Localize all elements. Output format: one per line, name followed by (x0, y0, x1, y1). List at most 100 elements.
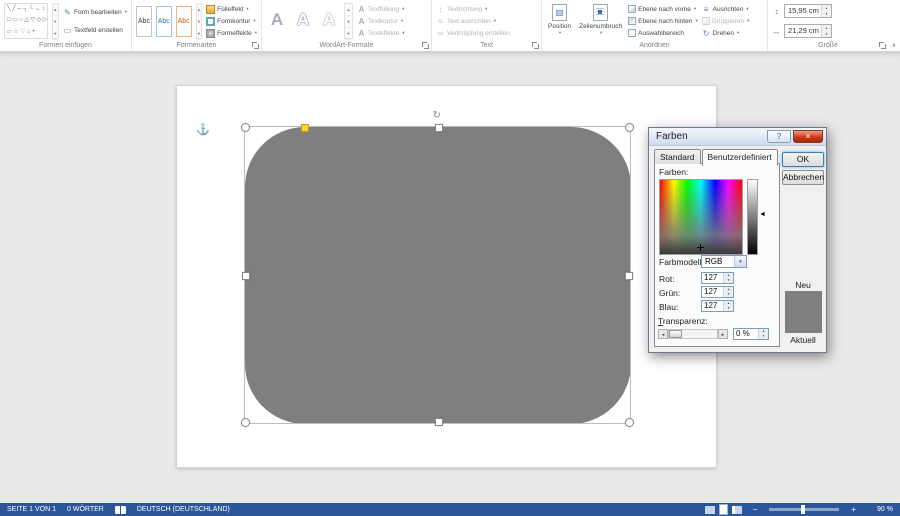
rotate-handle[interactable]: ↻ (433, 110, 441, 121)
word-count[interactable]: 0 WÖRTER (67, 506, 104, 513)
language-indicator[interactable]: DEUTSCH (DEUTSCHLAND) (137, 506, 230, 513)
zoom-slider[interactable] (769, 508, 839, 511)
print-layout-icon[interactable] (720, 505, 727, 514)
resize-handle-n[interactable] (435, 124, 443, 132)
proofing-icon[interactable] (115, 506, 126, 514)
button-column: A Textfüllung ▾ A Textkontur ▾ A Texteff… (357, 3, 405, 39)
shape-gallery-row-icons[interactable]: ▱☆♡⌂+ (7, 28, 45, 37)
wordart-scroll-up-icon[interactable]: ▲ (345, 4, 352, 16)
shape-style-preset-3[interactable]: Abc (176, 6, 192, 37)
transparency-slider-left-icon[interactable]: ◄ (658, 329, 668, 339)
spin-down-icon[interactable]: ▾ (724, 278, 733, 283)
selection-pane-button[interactable]: Auswahlbereich (628, 28, 697, 39)
gallery-scroll-up-icon[interactable]: ▲ (53, 4, 58, 16)
shape-effects-button[interactable]: Formeffekte ▾ (206, 28, 257, 39)
style-scroll-down-icon[interactable]: ▼ (197, 16, 202, 28)
dialog-launcher-icon[interactable] (422, 42, 429, 49)
shape-height-input[interactable]: 15,95 cm ▴ ▾ (784, 4, 832, 18)
spin-down-icon[interactable]: ▾ (822, 31, 831, 37)
zoom-slider-thumb[interactable] (801, 505, 805, 514)
group-objects-icon (702, 17, 710, 25)
style-more-icon[interactable]: ▼ (197, 28, 202, 40)
wrap-text-button[interactable]: Zeilenumbruch ▾ (577, 3, 624, 41)
edit-shape-button[interactable]: ✎ Form bearbeiten ▾ (63, 7, 127, 18)
text-effects-button[interactable]: A Texteffekte ▾ (357, 28, 405, 39)
resize-handle-w[interactable] (242, 272, 250, 280)
ok-button[interactable]: OK (782, 152, 824, 167)
wordart-style-1[interactable]: A (266, 3, 288, 37)
web-layout-icon[interactable] (732, 506, 742, 514)
position-button[interactable]: Position ▾ (546, 3, 573, 41)
transparency-slider[interactable] (668, 329, 718, 339)
shape-fill-icon (206, 5, 215, 14)
resize-handle-nw[interactable] (241, 123, 250, 132)
spin-down-icon[interactable]: ▾ (724, 292, 733, 297)
luminance-pointer-icon[interactable]: ◄ (759, 211, 766, 218)
read-mode-icon[interactable] (705, 506, 715, 514)
gallery-scroll-down-icon[interactable]: ▼ (53, 16, 58, 28)
blue-input[interactable]: 127 ▴ ▾ (701, 300, 734, 312)
resize-handle-sw[interactable] (241, 418, 250, 427)
spin-down-icon[interactable]: ▾ (724, 306, 733, 311)
spin-down-icon[interactable]: ▾ (822, 11, 831, 17)
shape-style-preset-1[interactable]: Abc (136, 6, 152, 37)
create-link-button[interactable]: ∞ Verknüpfung erstellen (436, 28, 510, 39)
help-button[interactable]: ? (767, 130, 791, 143)
resize-handle-ne[interactable] (625, 123, 634, 132)
zoom-in-button[interactable]: + (851, 506, 856, 514)
dialog-launcher-icon[interactable] (879, 42, 886, 49)
resize-handle-se[interactable] (625, 418, 634, 427)
page-indicator[interactable]: SEITE 1 VON 1 (7, 506, 56, 513)
wordart-more-icon[interactable]: ▼ (345, 28, 352, 40)
dialog-titlebar[interactable]: Farben ? × (649, 128, 826, 146)
chevron-down-icon[interactable]: ▼ (734, 256, 746, 267)
dialog-launcher-icon[interactable] (532, 42, 539, 49)
transparency-slider-thumb[interactable] (669, 330, 682, 338)
close-button[interactable]: × (793, 130, 823, 143)
shape-gallery-row-icons[interactable]: □▭○△▽◇▷ (7, 16, 45, 25)
group-objects-button[interactable]: Gruppieren ▾ (702, 16, 750, 27)
resize-handle-e[interactable] (625, 272, 633, 280)
style-scroll-up-icon[interactable]: ▲ (197, 4, 202, 16)
align-objects-button[interactable]: ≡ Ausrichten ▾ (702, 4, 750, 15)
text-direction-button[interactable]: ↕ Textrichtung ▾ (436, 4, 510, 15)
color-model-select[interactable]: RGB ▼ (701, 255, 747, 268)
shape-style-preset-2[interactable]: Abc (156, 6, 172, 37)
gallery-more-icon[interactable]: ▼ (53, 28, 58, 40)
luminance-bar[interactable] (747, 179, 758, 255)
transparency-slider-right-icon[interactable]: ► (718, 329, 728, 339)
text-fill-label: Textfüllung (368, 6, 399, 13)
zoom-level[interactable]: 90 % (867, 506, 893, 513)
color-spectrum[interactable] (659, 179, 743, 255)
bring-forward-button[interactable]: Ebene nach vorne ▾ (628, 4, 697, 15)
green-value: 127 (702, 287, 723, 297)
transparency-input[interactable]: 0 % ▴ ▾ (733, 328, 769, 340)
green-input[interactable]: 127 ▴ ▾ (701, 286, 734, 298)
wordart-scroll-down-icon[interactable]: ▼ (345, 16, 352, 28)
cancel-button[interactable]: Abbrechen (782, 170, 824, 185)
wordart-style-2[interactable]: A (292, 3, 314, 37)
shape-gallery-row-icons[interactable]: ╲╱─┐└↔↕ (7, 5, 45, 14)
tab-benutzerdefiniert[interactable]: Benutzerdefiniert (702, 149, 778, 166)
spin-down-icon[interactable]: ▾ (759, 334, 768, 339)
corner-radius-adjust-handle[interactable] (301, 124, 309, 132)
text-outline-icon: A (357, 17, 366, 26)
wordart-style-3[interactable]: A (318, 3, 340, 37)
shape-fill-button[interactable]: Fülleffekt ▾ (206, 4, 257, 15)
send-backward-button[interactable]: Ebene nach hinten ▾ (628, 16, 697, 27)
text-outline-button[interactable]: A Textkontur ▾ (357, 16, 405, 27)
tab-standard[interactable]: Standard (654, 149, 701, 164)
shape-gallery[interactable]: ╲╱─┐└↔↕ □▭○△▽◇▷ ▱☆♡⌂+ (4, 3, 48, 39)
resize-handle-s[interactable] (435, 418, 443, 426)
rotate-objects-button[interactable]: ↻ Drehen ▾ (702, 28, 750, 39)
zoom-out-button[interactable]: − (753, 506, 758, 514)
text-fill-button[interactable]: A Textfüllung ▾ (357, 4, 405, 15)
shape-outline-button[interactable]: Formkontur ▾ (206, 16, 257, 27)
collapse-ribbon-button[interactable]: ∧ (892, 42, 896, 49)
create-textbox-button[interactable]: ▭ Textfeld erstellen (63, 25, 127, 36)
align-text-button[interactable]: ≡ Text ausrichten ▾ (436, 16, 510, 27)
color-crosshair[interactable] (697, 244, 704, 251)
dialog-launcher-icon[interactable] (252, 42, 259, 49)
red-input[interactable]: 127 ▴ ▾ (701, 272, 734, 284)
shape-width-input[interactable]: 21,29 cm ▴ ▾ (784, 24, 832, 38)
